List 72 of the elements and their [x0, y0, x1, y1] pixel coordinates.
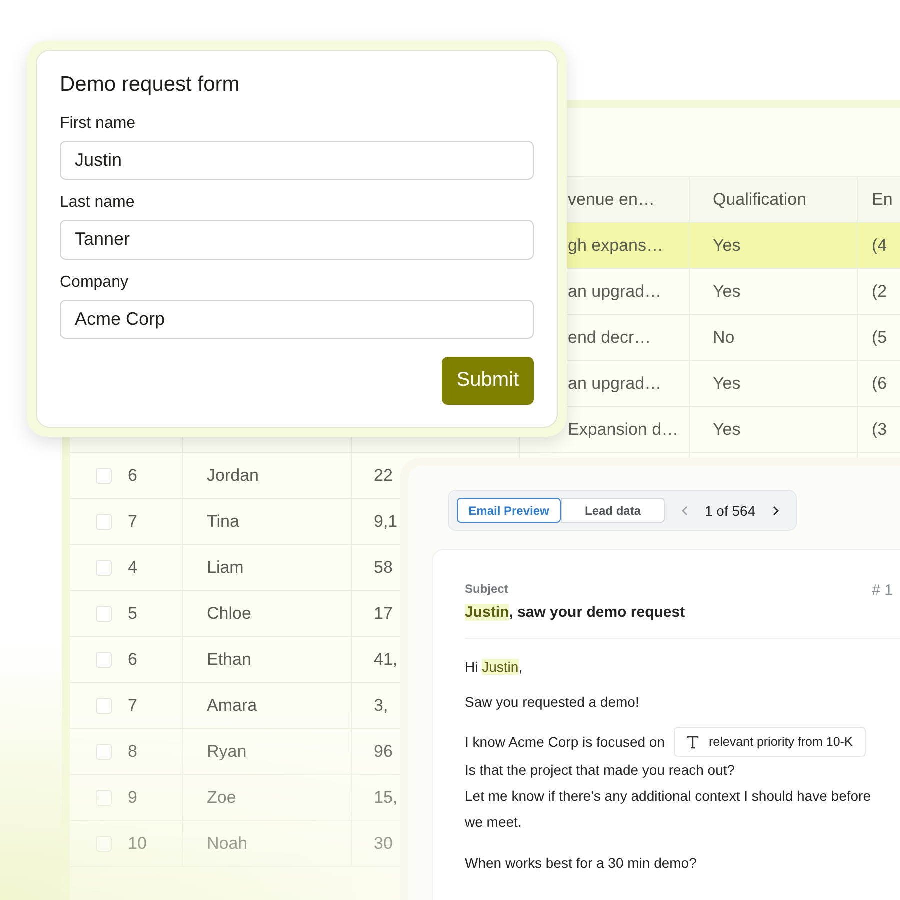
table-cell: (5	[872, 328, 888, 348]
text-type-icon	[687, 736, 699, 748]
table-cell: 17	[374, 604, 393, 624]
row-checkbox[interactable]	[96, 606, 112, 622]
row-number: 4	[128, 558, 138, 578]
row-checkbox[interactable]	[96, 836, 112, 852]
table-cell: (2	[872, 282, 888, 302]
row-checkbox[interactable]	[96, 468, 112, 484]
body-text: Is that the project that made you reach out? Let me know if there’s any additional context I should have before we meet.	[465, 761, 872, 832]
table-cell: 15,	[374, 788, 398, 808]
table-cell: Yes	[713, 420, 741, 440]
table-cell: Yes	[713, 236, 741, 256]
view-tab[interactable]: Lead data	[561, 498, 665, 523]
row-checkbox[interactable]	[96, 790, 112, 806]
view-tab[interactable]: Email Preview	[457, 498, 561, 523]
table-cell: Jordan	[207, 466, 259, 486]
row-checkbox[interactable]	[96, 514, 112, 530]
row-number: 7	[128, 512, 138, 532]
input-field[interactable]: Acme Corp	[60, 300, 534, 339]
table-cell: an upgrad…	[568, 374, 662, 394]
table-cell: 96	[374, 742, 393, 762]
submit-button[interactable]: Submit	[442, 356, 534, 405]
field-label: Last name	[60, 194, 136, 212]
row-number: 5	[128, 604, 138, 624]
table-cell: 9,1	[374, 512, 398, 532]
subject-label: Subject	[465, 582, 510, 596]
row-checkbox[interactable]	[96, 698, 112, 714]
table-cell: (6	[872, 374, 888, 394]
input-field[interactable]: Justin	[60, 141, 534, 180]
row-number: 6	[128, 650, 138, 670]
row-number: 6	[128, 466, 138, 486]
table-cell: 30	[374, 834, 393, 854]
field-label: First name	[60, 115, 137, 133]
row-number: 9	[128, 788, 138, 808]
row-checkbox[interactable]	[96, 744, 112, 760]
row-number: 10	[128, 834, 147, 854]
table-cell: (3	[872, 420, 888, 440]
table-cell: gh expans…	[568, 236, 664, 256]
page-counter: 1 of 564	[705, 502, 756, 518]
table-cell: 58	[374, 558, 393, 578]
table-cell: Zoe	[207, 788, 236, 808]
table-cell: Noah	[207, 834, 248, 854]
row-checkbox[interactable]	[96, 560, 112, 576]
row-number: 8	[128, 742, 138, 762]
table-cell: Yes	[713, 374, 741, 394]
body-text: I know Acme Corp is focused on	[465, 733, 665, 752]
table-cell: 3,	[374, 696, 388, 716]
table-cell: 22	[374, 466, 393, 486]
table-cell: (4	[872, 236, 888, 256]
count-label: # 1	[872, 582, 893, 601]
table-cell: Chloe	[207, 604, 252, 624]
table-cell: No	[713, 328, 735, 348]
table-cell: Yes	[713, 282, 741, 302]
greeting-text: Hi Justin,	[465, 658, 524, 677]
form-title: Demo request form	[60, 73, 241, 97]
variable-chip[interactable]: relevant priority from 10-K	[674, 727, 866, 757]
row-checkbox[interactable]	[96, 652, 112, 668]
field-label: Company	[60, 274, 130, 292]
table-cell: Tina	[207, 512, 240, 532]
table-cell: end decr…	[568, 328, 652, 348]
table-cell: 41,	[374, 650, 398, 670]
row-number: 7	[128, 696, 138, 716]
input-field[interactable]: Tanner	[60, 220, 534, 260]
body-text: When works best for a 30 min demo?	[465, 854, 698, 873]
table-cell: Expansion d…	[568, 420, 679, 440]
table-cell: Liam	[207, 558, 244, 578]
body-text: Saw you requested a demo!	[465, 693, 640, 712]
table-cell: Amara	[207, 696, 258, 716]
table-cell: Ryan	[207, 742, 247, 762]
table-cell: Ethan	[207, 650, 252, 670]
email-subject: Justin, saw your demo request	[465, 604, 686, 621]
table-cell: an upgrad…	[568, 282, 662, 302]
